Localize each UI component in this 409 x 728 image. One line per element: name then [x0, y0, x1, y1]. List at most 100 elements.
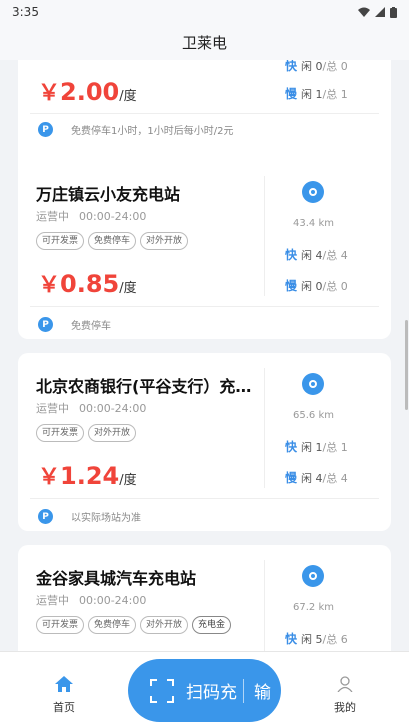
currency-symbol: ￥ [38, 81, 61, 106]
opening-hours: 00:00-24:00 [79, 402, 147, 415]
nav-home[interactable]: 首页 [34, 676, 94, 715]
free-label: 闲 [301, 88, 313, 101]
tag: 免费停车 [88, 232, 137, 250]
price-value: 2.00 [60, 78, 120, 106]
slow-label: 慢 [285, 471, 298, 485]
signal-icon [375, 7, 385, 17]
station-card[interactable]: 万庄镇云小友充电站 运营中 00:00-24:00 可开发票 免费停车 对外开放 … [18, 161, 391, 339]
price: ￥2.00/度 [38, 75, 137, 107]
fast-charger-row: 快闲 5/总 6 [285, 630, 348, 647]
free-count: 0 [315, 280, 323, 293]
divider [30, 306, 379, 307]
divider [264, 368, 265, 488]
total-label: /总 [322, 249, 338, 262]
page-title: 卫莱电 [181, 33, 227, 52]
status-bar: 3:35 [0, 0, 409, 24]
slow-label: 慢 [285, 87, 298, 101]
station-name: 北京农商银行(平谷支行）充电站 [36, 377, 266, 396]
price: ￥1.24/度 [38, 459, 137, 491]
total-label: /总 [322, 60, 338, 73]
total-count: 6 [340, 633, 348, 646]
parking-info: P 免费停车 [38, 317, 111, 332]
total-label: /总 [322, 633, 338, 646]
parking-info: P 以实际场站为准 [38, 509, 141, 524]
wifi-icon [358, 7, 370, 17]
scan-icon [150, 678, 174, 703]
total-count: 1 [340, 441, 348, 454]
divider [30, 498, 379, 499]
slow-charger-row: 慢闲 0/总 0 [285, 277, 348, 294]
parking-icon: P [38, 317, 53, 332]
price-value: 0.85 [60, 270, 120, 298]
free-label: 闲 [301, 472, 313, 485]
free-label: 闲 [301, 280, 313, 293]
tag: 对外开放 [140, 232, 189, 250]
station-status: 运营中 00:00-24:00 [36, 400, 156, 416]
tag-list: 可开发票 免费停车 对外开放 充电金 [36, 616, 232, 634]
fast-label: 快 [285, 440, 298, 454]
total-count: 4 [340, 249, 348, 262]
total-label: /总 [322, 280, 338, 293]
free-count: 4 [315, 249, 323, 262]
total-count: 0 [340, 280, 348, 293]
total-label: /总 [322, 88, 338, 101]
total-label: /总 [322, 441, 338, 454]
scrollbar[interactable] [405, 320, 408, 410]
free-count: 0 [315, 60, 323, 73]
location-pin-icon[interactable] [302, 181, 324, 203]
price-value: 1.24 [60, 462, 120, 490]
free-label: 闲 [301, 249, 313, 262]
free-count: 1 [315, 441, 323, 454]
parking-icon: P [38, 509, 53, 524]
currency-symbol: ￥ [38, 273, 61, 298]
parking-text: 免费停车 [71, 321, 111, 332]
station-card[interactable]: 金谷家具城汽车充电站 运营中 00:00-24:00 可开发票 免费停车 对外开放… [18, 545, 391, 660]
fast-label: 快 [285, 60, 298, 73]
tag: 免费停车 [88, 616, 137, 634]
distance: 67.2 km [293, 602, 334, 613]
fast-charger-row: 快闲 0/总 0 [285, 60, 348, 74]
battery-icon [390, 6, 397, 18]
parking-info: P 免费停车1小时，1小时后每小时/2元 [38, 122, 233, 137]
divider [264, 176, 265, 296]
scan-extra-label: 输 [254, 683, 271, 703]
price-unit: /度 [119, 473, 137, 488]
fast-charger-row: 快闲 1/总 1 [285, 438, 348, 455]
app-header: 卫莱电 [0, 24, 409, 60]
station-status: 运营中 00:00-24:00 [36, 592, 156, 608]
total-count: 0 [340, 60, 348, 73]
divider [243, 678, 244, 703]
tag-list: 可开发票 对外开放 [36, 424, 137, 442]
fast-label: 快 [285, 248, 298, 262]
free-label: 闲 [301, 441, 313, 454]
free-count: 1 [315, 88, 323, 101]
distance: 43.4 km [293, 218, 334, 229]
location-pin-icon[interactable] [302, 373, 324, 395]
nav-home-label: 首页 [53, 701, 75, 714]
slow-charger-row: 慢闲 4/总 4 [285, 469, 348, 486]
tag: 对外开放 [140, 616, 189, 634]
free-label: 闲 [301, 60, 313, 73]
status-time: 3:35 [12, 5, 39, 19]
station-card[interactable]: 北京农商银行(平谷支行）充电站 运营中 00:00-24:00 可开发票 对外开放… [18, 353, 391, 531]
location-pin-icon[interactable] [302, 565, 324, 587]
home-icon [55, 676, 73, 692]
nav-mine[interactable]: 我的 [315, 676, 375, 715]
fast-label: 快 [285, 632, 298, 646]
opening-hours: 00:00-24:00 [79, 594, 147, 607]
status-text: 运营中 [36, 594, 69, 607]
parking-text: 免费停车1小时，1小时后每小时/2元 [71, 126, 234, 137]
fast-charger-row: 快闲 4/总 4 [285, 246, 348, 263]
station-list[interactable]: 快闲 0/总 0 ￥2.00/度 慢闲 1/总 1 P 免费停车1小时，1小时后… [0, 60, 409, 660]
total-count: 4 [340, 472, 348, 485]
total-label: /总 [322, 472, 338, 485]
divider [264, 560, 265, 660]
scan-charge-button[interactable]: 扫码充 输 [128, 659, 281, 722]
price: ￥0.85/度 [38, 267, 137, 299]
tag: 可开发票 [36, 616, 85, 634]
free-count: 4 [315, 472, 323, 485]
divider [30, 113, 379, 114]
station-name: 金谷家具城汽车充电站 [36, 569, 197, 588]
free-count: 5 [315, 633, 323, 646]
opening-hours: 00:00-24:00 [79, 210, 147, 223]
